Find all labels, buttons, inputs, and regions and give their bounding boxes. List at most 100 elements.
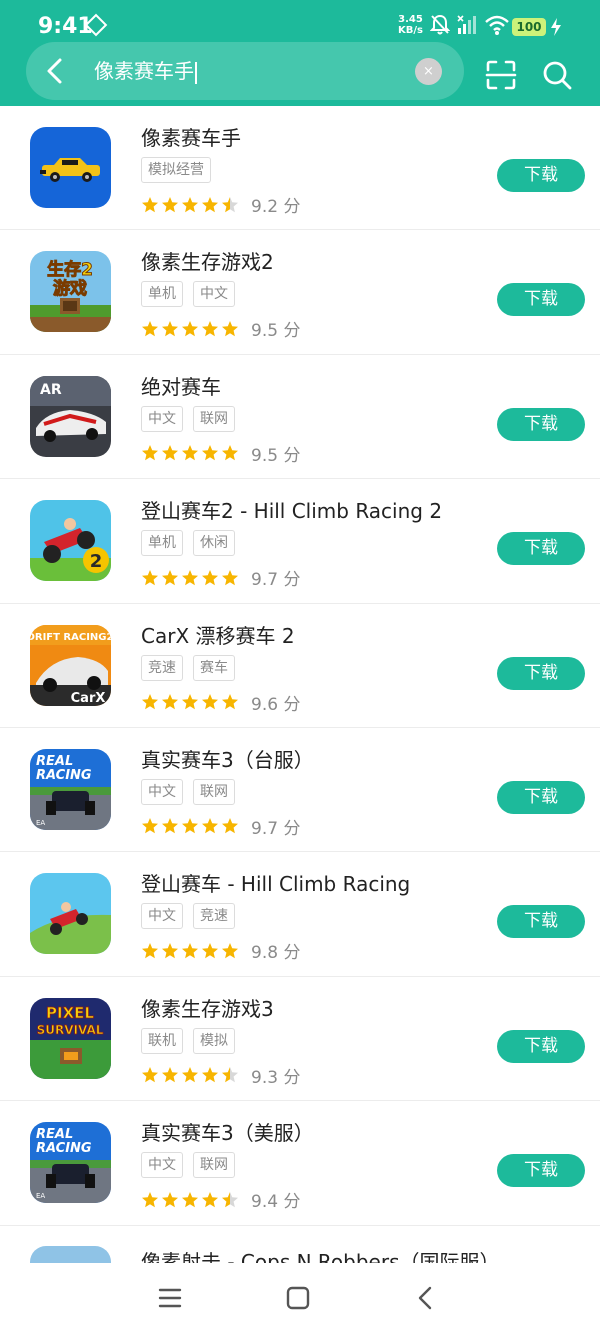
- network-speed: 3.45 KB/s: [398, 14, 423, 36]
- star-full-icon: [142, 445, 158, 461]
- list-item[interactable]: REAL RACING EA 真实赛车3（台服） 中文 联网 9.7 分 下载: [0, 728, 600, 853]
- star-full-icon: [142, 569, 158, 585]
- star-full-icon: [202, 569, 218, 585]
- icon-text: RACING: [36, 768, 92, 783]
- download-button[interactable]: 下载: [497, 905, 585, 939]
- star-full-icon: [202, 196, 218, 212]
- star-full-icon: [182, 569, 198, 585]
- star-full-icon: [142, 942, 158, 959]
- back-arrow-icon[interactable]: [40, 56, 70, 86]
- real-racing-3-icon: REAL RACING EA: [30, 1122, 111, 1204]
- app-tag: 单机: [141, 530, 183, 557]
- app-tag: 联网: [193, 405, 235, 432]
- pixel-survival-3-icon: PIXEL SURVIVAL: [30, 997, 111, 1079]
- list-item[interactable]: 像素射击 - Cops N Robbers（国际服）: [0, 1226, 600, 1266]
- rating-stars: [141, 444, 239, 462]
- icon-text: AR: [40, 382, 62, 398]
- list-item[interactable]: 2 登山赛车2 - Hill Climb Racing 2 单机 休闲 9.7 …: [0, 479, 600, 604]
- app-tag: 模拟: [193, 1027, 235, 1054]
- rating-stars: [141, 817, 239, 835]
- star-full-icon: [182, 1191, 198, 1207]
- rating-stars: [141, 569, 239, 587]
- star-full-icon: [142, 694, 158, 710]
- search-input[interactable]: 像素赛车手: [94, 58, 197, 84]
- star-full-icon: [162, 1191, 178, 1207]
- download-button[interactable]: 下载: [497, 780, 585, 814]
- rating-score: 9.7 分: [251, 570, 301, 591]
- list-item[interactable]: 像素赛车手 模拟经营 9.2 分 下载: [0, 106, 600, 231]
- app-tags: 联机 模拟: [141, 1027, 235, 1054]
- rating-stars: [141, 1191, 239, 1209]
- app-tags: 中文 竞速: [141, 903, 235, 930]
- real-racing-3-icon: REAL RACING EA: [30, 748, 111, 830]
- rating-score: 9.8 分: [251, 943, 301, 964]
- icon-text: 游戏: [53, 278, 87, 299]
- system-navigation-bar: [0, 1263, 600, 1333]
- list-item[interactable]: DRIFT RACING2 CarX CarX 漂移赛车 2 竞速 赛车 9.6…: [0, 604, 600, 728]
- star-full-icon: [222, 320, 238, 337]
- icon-text: PIXEL: [46, 1004, 94, 1022]
- download-button[interactable]: 下载: [497, 407, 585, 441]
- star-full-icon: [142, 818, 158, 834]
- star-full-icon: [142, 196, 158, 212]
- search-icon[interactable]: [540, 58, 574, 92]
- scan-icon[interactable]: [484, 58, 518, 92]
- app-tag: 竞速: [193, 903, 235, 930]
- app-tag: 模拟经营: [141, 157, 211, 183]
- list-item[interactable]: 生存2 游戏 像素生存游戏2 单机 中文 9.5 分 下载: [0, 230, 600, 355]
- clear-search-button[interactable]: ×: [415, 58, 442, 85]
- star-full-icon: [142, 1067, 158, 1083]
- app-tags: 中文 联网: [141, 778, 235, 805]
- list-item[interactable]: REAL RACING EA 真实赛车3（美服） 中文 联网 9.4 分 下载: [0, 1101, 600, 1226]
- star-full-icon: [182, 320, 198, 337]
- hill-climb-icon: [30, 873, 111, 955]
- app-tag: 中文: [141, 778, 183, 805]
- list-item[interactable]: 登山赛车 - Hill Climb Racing 中文 竞速 9.8 分 下载: [0, 852, 600, 977]
- app-rating: 9.3 分: [141, 1063, 300, 1088]
- nav-back-icon[interactable]: [411, 1283, 441, 1313]
- star-full-icon: [162, 320, 178, 337]
- app-tags: 单机 中文: [141, 281, 235, 308]
- download-button[interactable]: 下载: [497, 1029, 585, 1063]
- star-full-icon: [162, 196, 178, 212]
- icon-text: EA: [36, 1192, 45, 1200]
- rating-stars: [141, 196, 239, 214]
- app-rating: 9.5 分: [141, 441, 300, 466]
- search-box[interactable]: [26, 42, 464, 100]
- pixel-racer-car-icon: [30, 127, 111, 208]
- status-time: 9:41: [38, 14, 93, 39]
- download-button[interactable]: 下载: [497, 159, 585, 192]
- rating-score: 9.5 分: [251, 321, 301, 342]
- download-button[interactable]: 下载: [497, 1154, 585, 1188]
- app-tag: 中文: [141, 903, 183, 930]
- app-rating: 9.4 分: [141, 1187, 300, 1212]
- rating-score: 9.4 分: [251, 1192, 301, 1213]
- list-item[interactable]: PIXEL SURVIVAL 像素生存游戏3 联机 模拟 9.3 分 下载: [0, 977, 600, 1102]
- download-button[interactable]: 下载: [497, 532, 585, 566]
- mute-bell-icon: [430, 14, 450, 35]
- home-icon[interactable]: [283, 1283, 313, 1313]
- app-rating: 9.5 分: [141, 316, 300, 341]
- hill-climb-2-icon: 2: [30, 500, 111, 582]
- star-half-icon: [222, 196, 238, 212]
- download-button[interactable]: 下载: [497, 283, 585, 317]
- download-button[interactable]: 下载: [497, 656, 585, 690]
- app-tag: 单机: [141, 281, 183, 308]
- app-tag: 休闲: [193, 530, 235, 557]
- icon-text: EA: [36, 819, 45, 827]
- star-full-icon: [142, 320, 158, 337]
- list-item[interactable]: AR 绝对赛车 中文 联网 9.5 分 下载: [0, 355, 600, 480]
- app-name: 绝对赛车: [141, 374, 221, 399]
- app-tag: 中文: [141, 1152, 183, 1179]
- star-full-icon: [162, 445, 178, 461]
- star-full-icon: [162, 569, 178, 585]
- app-name: 真实赛车3（台服）: [141, 747, 314, 772]
- star-full-icon: [162, 694, 178, 710]
- menu-icon[interactable]: [155, 1283, 185, 1313]
- star-full-icon: [202, 694, 218, 710]
- app-rating: 9.6 分: [141, 690, 300, 715]
- status-bar: 9:41 3.45 KB/s 100: [0, 0, 600, 44]
- star-full-icon: [182, 1067, 198, 1083]
- star-full-icon: [182, 694, 198, 710]
- icon-text: REAL: [36, 1127, 73, 1142]
